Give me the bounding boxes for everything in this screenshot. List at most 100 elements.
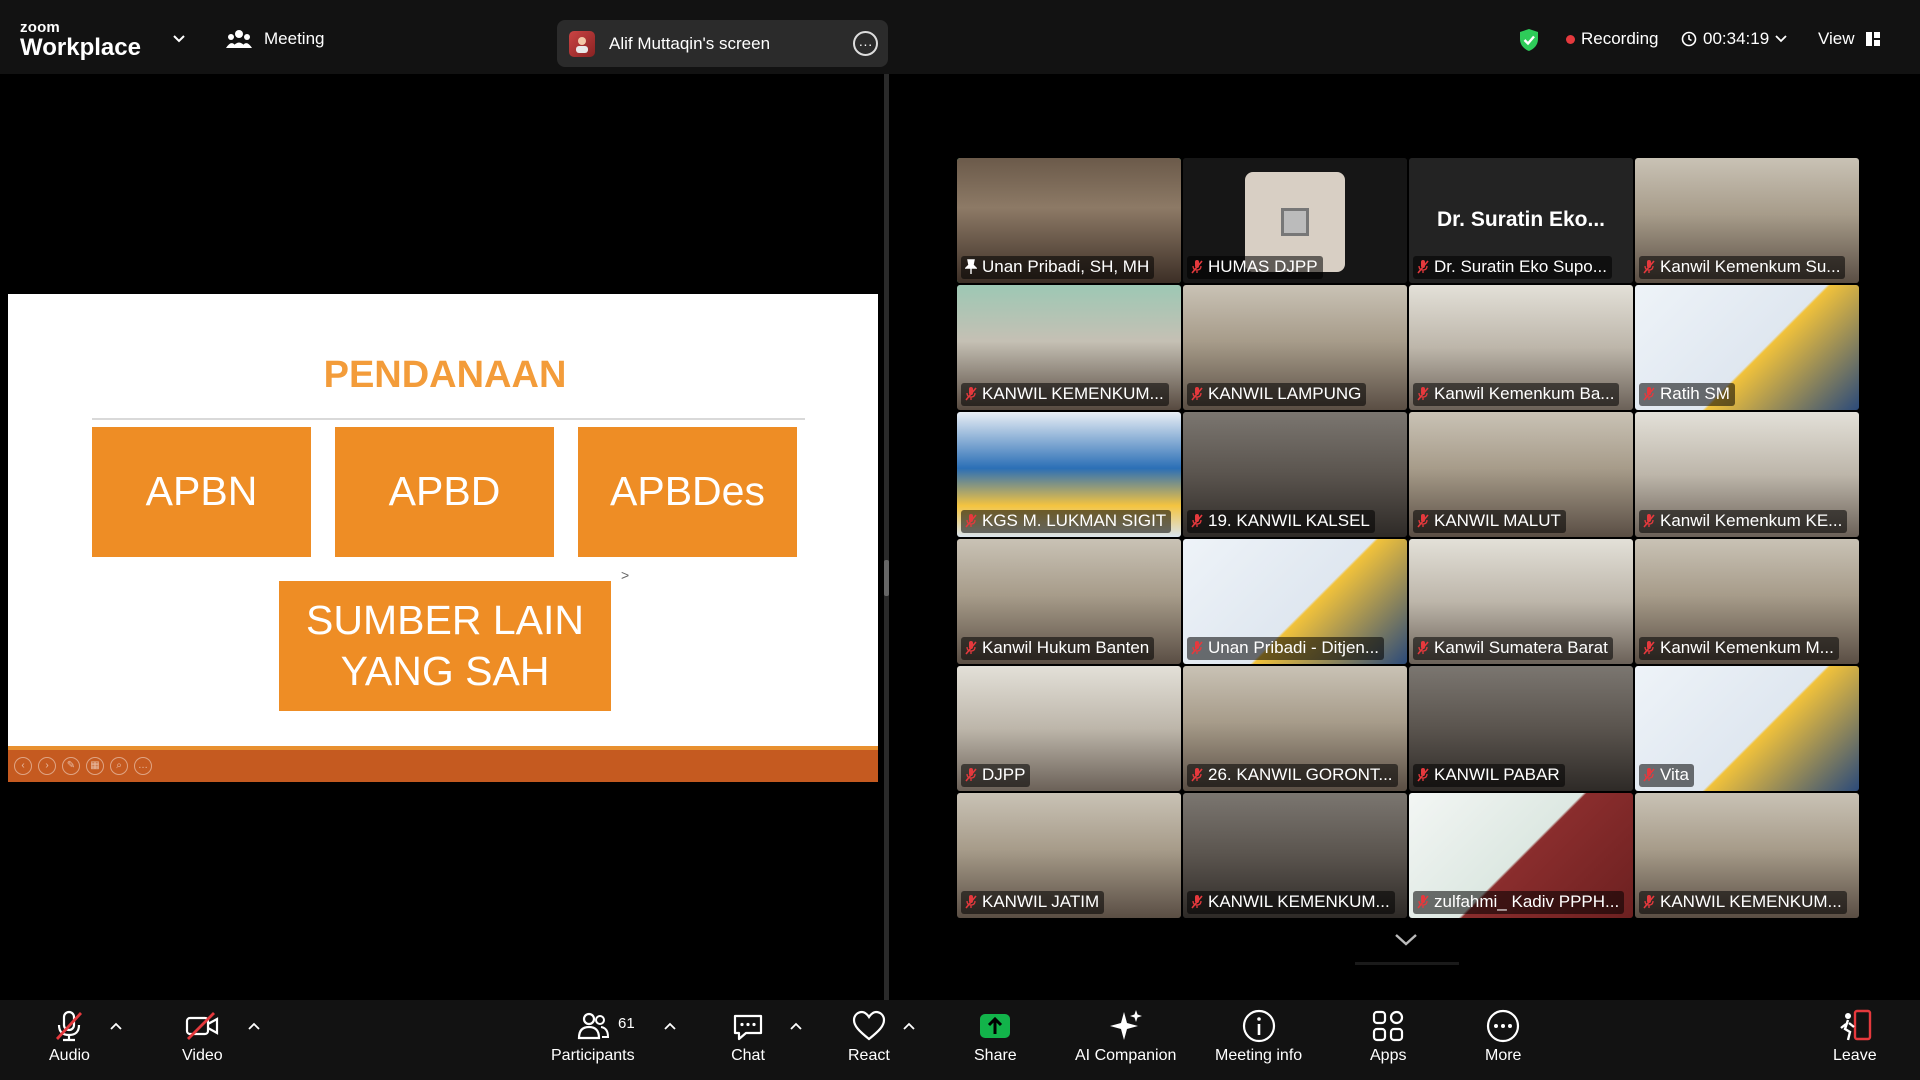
chevron-down-icon (1775, 35, 1787, 43)
participant-name: Kanwil Kemenkum M... (1660, 638, 1834, 657)
participant-tile[interactable]: Kanwil Kemenkum M... (1635, 539, 1859, 664)
participant-name-tag: KANWIL LAMPUNG (1187, 383, 1367, 406)
microphone-muted-icon (1191, 641, 1203, 655)
apps-label: Apps (1370, 1047, 1407, 1064)
zoom-workplace-logo[interactable]: zoom Workplace (20, 20, 141, 60)
participant-tile[interactable]: KANWIL PABAR (1409, 666, 1633, 791)
audio-button[interactable]: Audio (49, 1008, 90, 1065)
participant-tile[interactable]: Kanwil Kemenkum Su... (1635, 158, 1859, 283)
participant-tile[interactable]: KANWIL KEMENKUM... (957, 285, 1181, 410)
next-slide-icon[interactable]: › (38, 757, 56, 775)
participant-tile[interactable]: KGS M. LUKMAN SIGIT (957, 412, 1181, 537)
participant-tile[interactable]: Kanwil Sumatera Barat (1409, 539, 1633, 664)
participant-name-tag: Ratih SM (1639, 383, 1735, 406)
participant-name: Kanwil Hukum Banten (982, 638, 1150, 657)
participant-gallery: Unan Pribadi, SH, MH HUMAS DJPP Dr. Surati… (957, 158, 1859, 918)
screen-share-indicator[interactable]: Alif Muttaqin's screen ··· (557, 20, 888, 67)
participants-count: 61 (618, 1015, 635, 1032)
microphone-muted-icon (1643, 641, 1655, 655)
participant-name: KANWIL KEMENKUM... (982, 384, 1164, 403)
chevron-down-icon[interactable] (1393, 932, 1419, 948)
ai-companion-button[interactable]: AI Companion (1075, 1008, 1176, 1065)
participant-tile[interactable]: KANWIL KEMENKUM... (1635, 793, 1859, 918)
participant-name-tag: 19. KANWIL KALSEL (1187, 510, 1375, 533)
chat-button[interactable]: Chat (730, 1008, 766, 1065)
participant-tile[interactable]: Ratih SM (1635, 285, 1859, 410)
participant-tile[interactable]: 26. KANWIL GORONT... (1183, 666, 1407, 791)
participant-name-tag: KANWIL JATIM (961, 891, 1105, 914)
apps-icon (1373, 1010, 1404, 1042)
chevron-up-icon[interactable] (903, 1022, 915, 1030)
participant-name: KGS M. LUKMAN SIGIT (982, 511, 1167, 530)
participant-tile[interactable]: HUMAS DJPP (1183, 158, 1407, 283)
participant-name-tag: HUMAS DJPP (1187, 256, 1323, 279)
prev-slide-icon[interactable]: ‹ (14, 757, 32, 775)
shared-slide: PENDANAAN APBN APBD APBDes SUMBER LAIN Y… (8, 294, 878, 782)
apps-button[interactable]: Apps (1370, 1008, 1406, 1065)
recording-indicator[interactable]: Recording (1566, 29, 1659, 49)
share-button[interactable]: Share (974, 1008, 1017, 1065)
participant-tile[interactable]: zulfahmi_ Kadiv PPPH... (1409, 793, 1633, 918)
microphone-muted-icon (1191, 895, 1203, 909)
ai-companion-label: AI Companion (1075, 1047, 1177, 1064)
leave-icon (1840, 1009, 1871, 1041)
pen-icon[interactable]: ✎ (62, 757, 80, 775)
view-button[interactable]: View (1818, 29, 1881, 49)
video-button[interactable]: Video (182, 1008, 223, 1065)
heart-icon (852, 1010, 885, 1041)
chevron-up-icon[interactable] (110, 1022, 122, 1030)
microphone-muted-icon (1191, 387, 1203, 401)
gallery-page-indicator (1355, 962, 1459, 965)
participant-name: Vita (1660, 765, 1689, 784)
meeting-timer[interactable]: 00:34:19 (1681, 29, 1787, 49)
participant-tile[interactable]: KANWIL MALUT (1409, 412, 1633, 537)
participant-tile[interactable]: Unan Pribadi, SH, MH (957, 158, 1181, 283)
more-label: More (1485, 1047, 1522, 1064)
meeting-button[interactable]: Meeting (226, 28, 324, 50)
microphone-muted-icon (965, 768, 977, 782)
participant-tile[interactable]: DJPP (957, 666, 1181, 791)
participant-display-name: Dr. Suratin Eko... (1436, 208, 1606, 231)
leave-button[interactable]: Leave (1833, 1008, 1877, 1065)
participant-name: DJPP (982, 765, 1026, 784)
participant-name-tag: KANWIL KEMENKUM... (1187, 891, 1395, 914)
chat-icon (733, 1014, 763, 1041)
more-icon[interactable]: … (134, 757, 152, 775)
slide-title: PENDANAAN (323, 354, 567, 396)
microphone-muted-icon (965, 514, 977, 528)
slide-divider (92, 418, 805, 420)
participant-tile[interactable]: 19. KANWIL KALSEL (1183, 412, 1407, 537)
more-button[interactable]: More (1485, 1008, 1521, 1065)
participant-tile[interactable]: Unan Pribadi - Ditjen... (1183, 539, 1407, 664)
share-screen-icon (980, 1014, 1011, 1038)
more-options-icon[interactable]: ··· (853, 31, 878, 56)
more-icon (1487, 1009, 1520, 1043)
participant-name: Kanwil Kemenkum Ba... (1434, 384, 1615, 403)
chevron-up-icon[interactable] (790, 1022, 802, 1030)
divider-handle[interactable] (884, 560, 889, 596)
clock-icon (1681, 31, 1697, 47)
split-divider[interactable] (884, 74, 889, 1000)
react-button[interactable]: React (848, 1008, 890, 1065)
slides-icon[interactable]: ▦ (86, 757, 104, 775)
participant-tile[interactable]: KANWIL LAMPUNG (1183, 285, 1407, 410)
participant-tile[interactable]: KANWIL JATIM (957, 793, 1181, 918)
chevron-up-icon[interactable] (248, 1022, 260, 1030)
participant-tile[interactable]: Kanwil Hukum Banten (957, 539, 1181, 664)
participant-tile[interactable]: Vita (1635, 666, 1859, 791)
participant-tile[interactable]: Kanwil Kemenkum Ba... (1409, 285, 1633, 410)
participant-name: HUMAS DJPP (1208, 257, 1318, 276)
chevron-down-icon[interactable] (172, 34, 186, 44)
pin-icon (965, 259, 977, 274)
info-icon (1242, 1009, 1275, 1043)
microphone-muted-icon (1643, 514, 1655, 528)
participant-tile[interactable]: Dr. Suratin Eko... Dr. Suratin Eko Supo..… (1409, 158, 1633, 283)
participant-tile[interactable]: KANWIL KEMENKUM... (1183, 793, 1407, 918)
zoom-icon[interactable]: ⌕ (110, 757, 128, 775)
meeting-info-button[interactable]: Meeting info (1215, 1008, 1302, 1065)
slide-box-apbd: APBD (335, 427, 554, 557)
chevron-up-icon[interactable] (664, 1022, 676, 1030)
participant-tile[interactable]: Kanwil Kemenkum KE... (1635, 412, 1859, 537)
shield-icon[interactable] (1518, 28, 1540, 52)
participant-name: KANWIL KEMENKUM... (1660, 892, 1842, 911)
